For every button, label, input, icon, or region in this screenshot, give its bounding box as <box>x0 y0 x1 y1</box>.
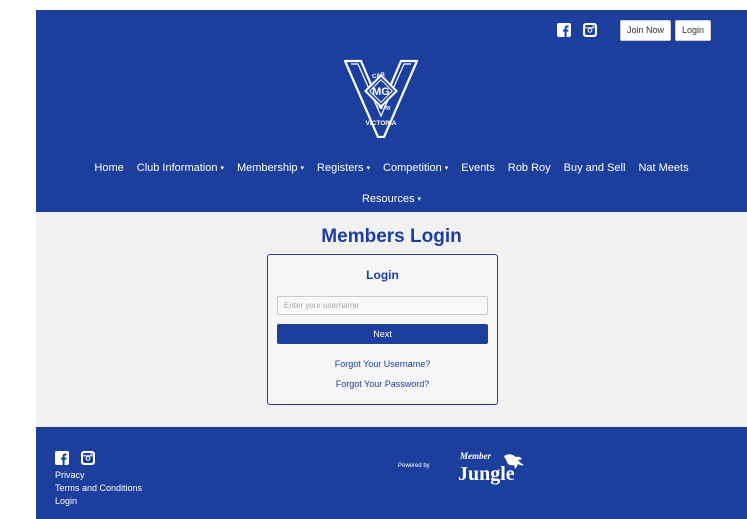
page-frame: Join Now Login CAR MG CLUB VICTORIA Home… <box>36 10 747 519</box>
forgot-username-link[interactable]: Forgot Your Username? <box>268 359 497 369</box>
chevron-down-icon: ▾ <box>417 196 422 204</box>
nav-item-competition[interactable]: Competition ▾ <box>383 162 448 174</box>
nav-item-nat-meets[interactable]: Nat Meets <box>638 162 688 174</box>
nav-item-label: Nat Meets <box>638 162 689 174</box>
mg-car-club-logo[interactable]: CAR MG CLUB VICTORIA <box>341 58 421 138</box>
nav-item-label: Home <box>94 162 124 174</box>
header-social-links <box>557 23 597 37</box>
svg-text:VICTORIA: VICTORIA <box>366 120 397 127</box>
nav-item-label: Club Information <box>136 162 218 174</box>
footer-links: Privacy Terms and Conditions Login <box>55 469 142 508</box>
nav-item-membership[interactable]: Membership ▾ <box>237 162 304 174</box>
chevron-down-icon: ▾ <box>366 165 371 173</box>
nav-item-label: Registers <box>317 162 364 174</box>
powered-by-text: Powered by <box>398 463 430 469</box>
member-jungle-logo: Member Jungle <box>458 451 524 485</box>
nav-item-label: Rob Roy <box>507 162 551 174</box>
nav-item-registers[interactable]: Registers ▾ <box>317 162 370 174</box>
nav-item-label: Membership <box>236 162 298 174</box>
account-buttons: Join Now Login <box>620 20 712 41</box>
join-now-button[interactable]: Join Now <box>620 20 672 41</box>
footer-link-privacy[interactable]: Privacy <box>55 469 142 482</box>
chevron-down-icon: ▾ <box>220 165 224 173</box>
svg-text:Jungle: Jungle <box>458 463 515 485</box>
login-card-title: Login <box>366 268 399 282</box>
nav-item-label: Resources <box>361 193 415 205</box>
powered-by[interactable]: Powered by Member Jungle <box>398 446 532 486</box>
site-footer: Privacy Terms and Conditions Login Power… <box>36 427 747 519</box>
footer-link-terms[interactable]: Terms and Conditions <box>55 482 142 495</box>
footer-social-links <box>55 451 95 465</box>
facebook-icon[interactable] <box>557 23 571 37</box>
nav-item-label: Events <box>461 162 495 174</box>
main-navigation-row2: Resources ▾ <box>36 193 747 205</box>
username-input[interactable] <box>277 296 488 315</box>
forgot-password-link[interactable]: Forgot Your Password? <box>268 379 497 389</box>
login-button[interactable]: Login <box>675 20 712 41</box>
svg-text:Member: Member <box>459 451 491 461</box>
nav-item-label: Buy and Sell <box>563 162 626 174</box>
nav-item-resources[interactable]: Resources ▾ <box>362 193 421 205</box>
facebook-icon[interactable] <box>55 451 69 465</box>
nav-item-buy-and-sell[interactable]: Buy and Sell <box>564 162 626 174</box>
next-button[interactable]: Next <box>277 324 488 344</box>
nav-item-events[interactable]: Events <box>461 162 495 174</box>
nav-item-club-information[interactable]: Club Information ▾ <box>137 162 224 174</box>
chevron-down-icon: ▾ <box>300 165 305 173</box>
nav-item-label: Competition <box>383 162 442 174</box>
chevron-down-icon: ▾ <box>444 165 449 173</box>
main-content: Members Login Login Next Forgot Your Use… <box>36 212 747 427</box>
svg-text:MG: MG <box>372 86 390 98</box>
main-navigation: Home Club Information ▾ Membership ▾ Register… <box>36 162 747 174</box>
nav-item-rob-roy[interactable]: Rob Roy <box>508 162 551 174</box>
nav-item-home[interactable]: Home <box>94 162 123 174</box>
site-header: Join Now Login CAR MG CLUB VICTORIA Home… <box>36 10 747 212</box>
footer-link-login[interactable]: Login <box>55 495 142 508</box>
login-card: Login Next Forgot Your Username? Forgot … <box>267 254 498 405</box>
instagram-icon[interactable] <box>583 23 597 37</box>
instagram-icon[interactable] <box>81 451 95 465</box>
page-title: Members Login <box>321 226 462 247</box>
